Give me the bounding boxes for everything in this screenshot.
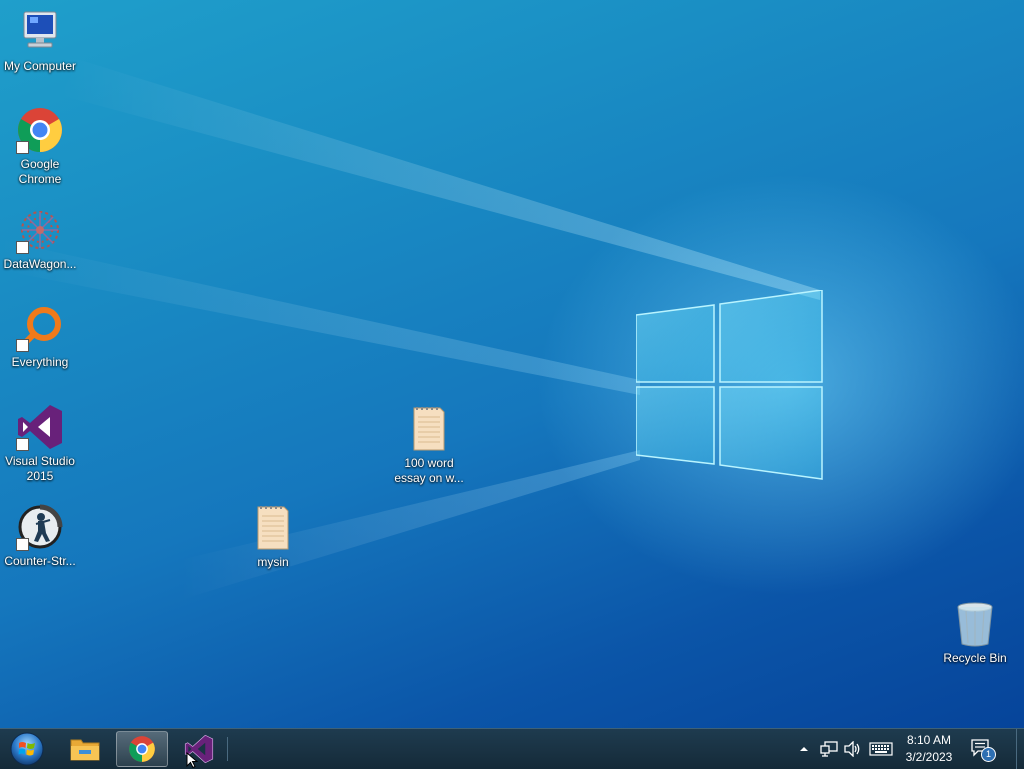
desktop-icon-everything[interactable]: Everything bbox=[0, 304, 80, 370]
desktop-icon-my-computer[interactable]: My Computer bbox=[0, 8, 80, 74]
computer-icon bbox=[16, 8, 64, 56]
windows-start-orb-icon bbox=[10, 732, 44, 766]
desktop-icon-datawagon[interactable]: DataWagon... bbox=[0, 206, 80, 272]
start-button[interactable] bbox=[6, 732, 48, 766]
desktop-icon-label: My Computer bbox=[3, 59, 77, 73]
desktop-icon-100-word-essay[interactable]: 100 word essay on w... bbox=[389, 405, 469, 486]
desktop-icon-label: Recycle Bin bbox=[943, 651, 1007, 665]
speaker-icon[interactable] bbox=[843, 739, 863, 759]
network-icon[interactable] bbox=[819, 739, 839, 759]
taskbar: 8:10 AM 3/2/2023 1 bbox=[0, 728, 1024, 769]
chrome-icon bbox=[16, 106, 64, 154]
taskbar-separator bbox=[227, 737, 228, 761]
chevron-up-icon[interactable] bbox=[798, 739, 810, 759]
folder-icon bbox=[70, 739, 100, 761]
taskbar-visual-studio-button[interactable] bbox=[173, 731, 225, 767]
action-center-button[interactable]: 1 bbox=[970, 738, 996, 762]
keyboard-icon[interactable] bbox=[868, 739, 894, 759]
text-file-icon bbox=[249, 504, 297, 552]
counter-strike-icon bbox=[16, 503, 64, 551]
shortcut-arrow-icon bbox=[16, 538, 29, 551]
everything-search-icon bbox=[16, 304, 64, 352]
shortcut-arrow-icon bbox=[16, 141, 29, 154]
chrome-icon bbox=[129, 736, 155, 762]
shortcut-arrow-icon bbox=[16, 438, 29, 451]
windows-logo-wallpaper bbox=[636, 290, 823, 480]
datawagon-icon bbox=[16, 206, 64, 254]
taskbar-file-explorer-button[interactable] bbox=[59, 731, 111, 767]
wallpaper-rays bbox=[0, 60, 820, 600]
clock-date: 3/2/2023 bbox=[905, 750, 953, 764]
recycle-bin-icon bbox=[951, 600, 999, 648]
desktop-icon-recycle-bin[interactable]: Recycle Bin bbox=[935, 600, 1015, 666]
desktop-icon-label: DataWagon... bbox=[3, 257, 77, 271]
visual-studio-icon bbox=[184, 734, 214, 764]
desktop-icon-label: Google Chrome bbox=[18, 157, 62, 186]
clock-time: 8:10 AM bbox=[906, 733, 952, 747]
shortcut-arrow-icon bbox=[16, 241, 29, 254]
desktop-icon-label: Visual Studio 2015 bbox=[5, 454, 75, 483]
desktop-icon-counter-strike[interactable]: Counter-Str... bbox=[0, 503, 80, 569]
desktop-icon-label: 100 word essay on w... bbox=[394, 456, 464, 485]
taskbar-clock[interactable]: 8:10 AM 3/2/2023 bbox=[896, 732, 962, 766]
show-desktop-button[interactable] bbox=[1016, 729, 1024, 769]
desktop-icon-label: mysin bbox=[257, 555, 289, 569]
desktop-icon-visual-studio-2015[interactable]: Visual Studio 2015 bbox=[0, 403, 80, 484]
desktop-icon-label: Counter-Str... bbox=[4, 554, 76, 568]
shortcut-arrow-icon bbox=[16, 339, 29, 352]
visual-studio-icon bbox=[16, 403, 64, 451]
desktop-background[interactable]: My Computer Google Chrome DataWagon... E… bbox=[0, 0, 1024, 728]
notification-count-badge: 1 bbox=[981, 747, 996, 762]
taskbar-chrome-button[interactable] bbox=[116, 731, 168, 767]
desktop-icon-label: Everything bbox=[11, 355, 69, 369]
text-file-icon bbox=[405, 405, 453, 453]
desktop-icon-google-chrome[interactable]: Google Chrome bbox=[0, 106, 80, 187]
desktop-icon-mysin[interactable]: mysin bbox=[233, 504, 313, 570]
